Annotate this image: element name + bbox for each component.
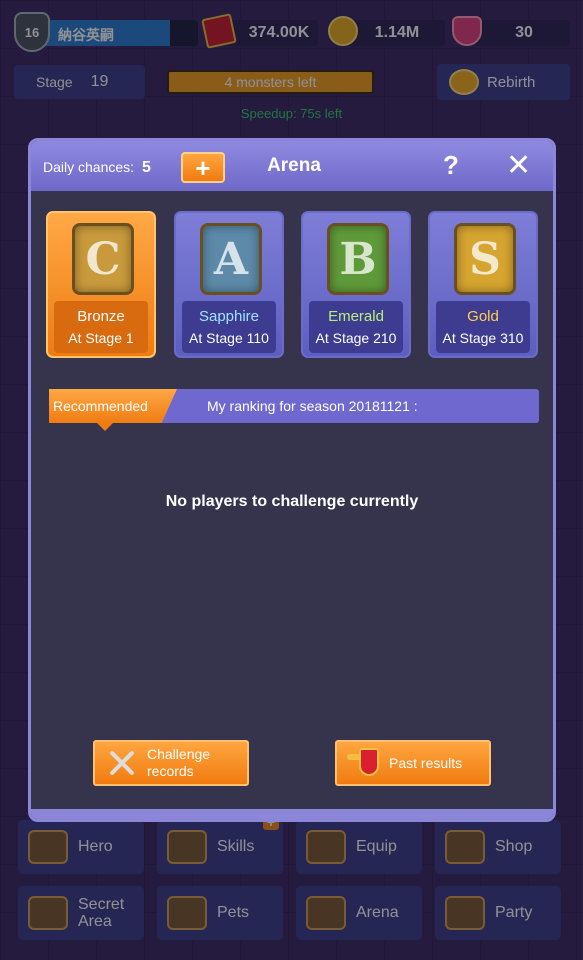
past-results-label: Past results <box>389 755 463 771</box>
challenge-records-label: Challenge records <box>147 746 211 779</box>
daily-chances-label: Daily chances: <box>43 159 135 175</box>
daily-chances: Daily chances: 5 <box>43 159 151 177</box>
scroll-icon <box>201 13 237 49</box>
help-button[interactable]: ? <box>443 150 459 181</box>
sapphire-emblem-icon: A <box>200 223 262 295</box>
tier-info: Bronze At Stage 1 <box>54 301 148 353</box>
nav-label: Pets <box>217 904 250 921</box>
tier-stage-requirement: At Stage 1 <box>68 330 134 346</box>
nav-label: Skills <box>217 838 255 855</box>
nav-equip-button[interactable]: Equip <box>296 820 422 874</box>
trophy-shield-icon <box>347 748 383 778</box>
nav-hero-button[interactable]: Hero <box>18 820 144 874</box>
tier-name: Gold <box>467 308 499 325</box>
empty-challenge-message: No players to challenge currently <box>165 493 419 510</box>
tier-info: Sapphire At Stage 110 <box>182 301 276 353</box>
player-name: 納谷英嗣 <box>58 27 114 43</box>
stage-label: Stage <box>36 74 73 90</box>
nav-label: Party <box>495 904 533 921</box>
season-ranking: My ranking for season 20181121 : <box>207 398 418 414</box>
daily-chances-value: 5 <box>142 159 151 176</box>
tier-stage-requirement: At Stage 110 <box>189 330 269 346</box>
nav-label: Equip <box>356 838 397 855</box>
recommended-tab[interactable]: Recommended <box>49 389 177 423</box>
player-level-badge[interactable]: 16 <box>14 12 50 52</box>
rebirth-label: Rebirth <box>487 73 536 91</box>
tier-card-emerald[interactable]: B Emerald At Stage 210 <box>301 211 411 358</box>
tier-card-sapphire[interactable]: A Sapphire At Stage 110 <box>174 211 284 358</box>
past-results-button[interactable]: Past results <box>335 740 491 786</box>
speedup-timer: Speedup: 75s left <box>240 106 343 121</box>
nav-secret-area-button[interactable]: Secret Area <box>18 886 144 940</box>
secret-area-icon <box>28 896 68 930</box>
arena-dialog: Daily chances: 5 + Arena ? ✕ C Bronze At St… <box>28 138 556 822</box>
arena-icon <box>306 896 346 930</box>
equip-icon <box>306 830 346 864</box>
gold-count: 1.14M <box>345 20 445 46</box>
nav-party-button[interactable]: Party <box>435 886 561 940</box>
emerald-emblem-icon: B <box>327 223 389 295</box>
close-button[interactable]: ✕ <box>506 148 531 183</box>
tier-card-bronze[interactable]: C Bronze At Stage 1 <box>46 211 156 358</box>
top-hud: 16 納谷英嗣 374.00K 1.14M 30 <box>0 0 583 60</box>
tier-info: Gold At Stage 310 <box>436 301 530 353</box>
player-xp-bar: 納谷英嗣 <box>40 20 198 46</box>
gem-icon <box>452 16 482 46</box>
monsters-left-bar: 4 monsters left <box>167 70 374 94</box>
rebirth-icon <box>449 69 479 95</box>
tier-card-gold[interactable]: S Gold At Stage 310 <box>428 211 538 358</box>
nav-label: Shop <box>495 838 533 855</box>
tier-name: Bronze <box>77 308 125 325</box>
recommended-pointer <box>97 423 113 431</box>
crossed-swords-icon <box>105 747 139 779</box>
challenge-records-button[interactable]: Challenge records <box>93 740 249 786</box>
nav-pets-button[interactable]: Pets <box>157 886 283 940</box>
tier-name: Sapphire <box>198 308 260 325</box>
party-icon <box>445 896 485 930</box>
rebirth-button[interactable]: Rebirth <box>437 64 570 100</box>
shop-icon <box>445 830 485 864</box>
add-chances-button[interactable]: + <box>181 152 225 183</box>
tier-stage-requirement: At Stage 310 <box>442 330 524 346</box>
hero-icon <box>28 830 68 864</box>
gem-count: 30 <box>470 20 570 46</box>
nav-label: Arena <box>356 904 399 921</box>
skills-icon <box>167 830 207 864</box>
stage-number: 19 <box>90 73 109 90</box>
nav-label: Hero <box>78 838 113 855</box>
arena-title: Arena <box>267 155 321 176</box>
arena-footer-bar <box>31 809 553 819</box>
nav-shop-button[interactable]: Shop <box>435 820 561 874</box>
nav-arena-button[interactable]: Arena <box>296 886 422 940</box>
tier-info: Emerald At Stage 210 <box>309 301 403 353</box>
stage-indicator: Stage 19 <box>14 65 145 99</box>
tier-name: Emerald <box>328 308 384 325</box>
tier-stage-requirement: At Stage 210 <box>315 330 397 346</box>
arena-header: Daily chances: 5 + Arena ? ✕ <box>31 141 553 191</box>
nav-label: Secret Area <box>78 896 125 930</box>
nav-skills-button[interactable]: Skills + <box>157 814 283 874</box>
ranking-bar: Recommended My ranking for season 201811… <box>49 389 539 431</box>
pets-icon <box>167 896 207 930</box>
bronze-emblem-icon: C <box>72 223 134 295</box>
gold-coin-icon <box>328 16 358 46</box>
gold-emblem-icon: S <box>454 223 516 295</box>
